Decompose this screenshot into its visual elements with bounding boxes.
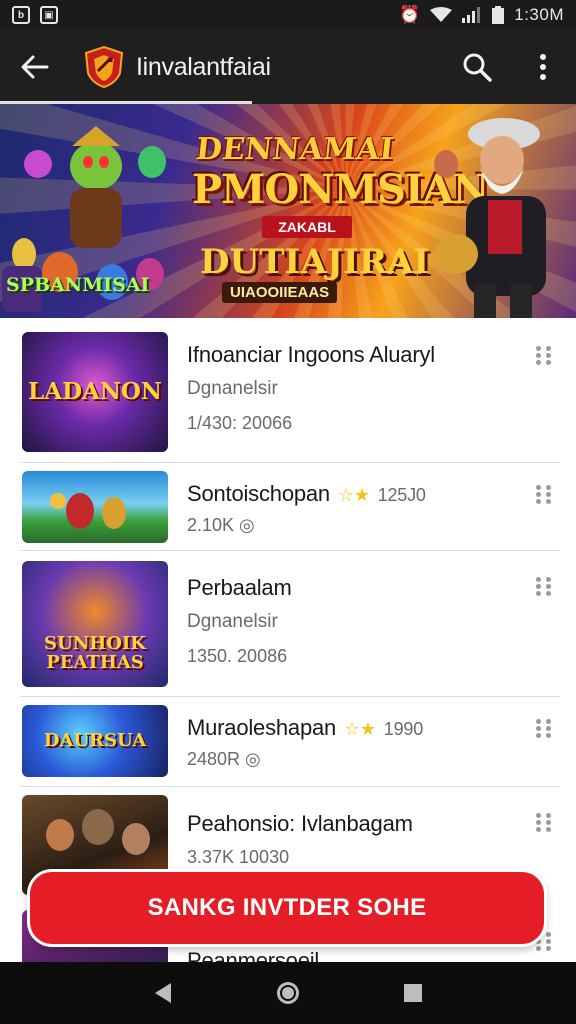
status-time: 1:30M [514, 5, 564, 24]
thumbnail-title: LADANON [28, 377, 162, 405]
item-title: Ifnoanciar Ingoons Aluaryl [187, 342, 435, 367]
item-thumbnail: LADANON [22, 332, 168, 452]
banner-tag: ZAKABL [262, 216, 352, 238]
item-meta: 3.37K 10030 [187, 847, 290, 867]
list-item[interactable]: Sontoischopan ☆★ 125J0 2.10K ◎ [20, 463, 560, 551]
drag-handle-icon[interactable] [536, 346, 552, 366]
banner-headline-3: DUTIAJIRAI [200, 242, 430, 282]
item-subtitle: Dgnanelsir [187, 611, 278, 632]
game-list: LADANON Ifnoanciar Ingoons Aluaryl Dgnan… [0, 318, 576, 962]
banner-badge: UIAOOIIEAAS [222, 282, 338, 303]
more-vertical-icon [540, 54, 546, 80]
drag-handle-icon[interactable] [536, 485, 552, 505]
thumbnail-art [50, 493, 126, 529]
item-title: Muraoleshapan ☆★ 1990 [187, 715, 424, 740]
item-meta: 2480R ◎ [187, 749, 261, 769]
item-meta: 1350. 20086 [187, 646, 288, 666]
item-title: Peanmersoeil [187, 948, 320, 962]
rating-stars-icon: ☆★ [337, 485, 370, 505]
app-logo [84, 45, 124, 89]
search-button[interactable] [444, 30, 510, 104]
promo-banner[interactable]: SPBANMISAI DENNAMAI PMONMSIAN ZAKABL DUT… [0, 104, 576, 318]
item-meta: 1/430: 20066 [187, 413, 293, 433]
item-rating: 125J0 [377, 485, 426, 505]
arrow-left-icon [21, 55, 49, 79]
list-item[interactable]: DAURSUA Muraoleshapan ☆★ 1990 2480R ◎ [20, 697, 560, 787]
item-title: Peahonsio: Ivlanbagam [187, 811, 413, 836]
nav-home-button[interactable] [268, 973, 308, 1013]
square-recents-icon [404, 984, 423, 1002]
nav-back-button[interactable] [143, 973, 183, 1013]
list-item[interactable]: SUNHOIK PEATHAS Perbaalam Dgnanelsir 135… [20, 551, 560, 697]
thumbnail-title: SUNHOIK PEATHAS [44, 633, 146, 673]
item-subtitle: Dgnanelsir [187, 378, 278, 399]
primary-action-button[interactable]: SANKG INVTDER SOHE [30, 872, 544, 944]
item-thumbnail [22, 471, 168, 543]
status-bar: b ▣ ⏰ 1:30M [0, 0, 576, 30]
search-icon [463, 53, 492, 82]
system-nav-bar [0, 962, 576, 1024]
notification-icon: b [12, 6, 30, 24]
app-bar: Iinvalantfaiai [0, 30, 576, 104]
signal-icon [462, 7, 481, 23]
list-item[interactable]: LADANON Ifnoanciar Ingoons Aluaryl Dgnan… [20, 318, 560, 463]
rating-stars-icon: ☆★ [343, 719, 376, 739]
banner-left-title: SPBANMISAI [6, 274, 150, 296]
back-button[interactable] [0, 30, 70, 104]
wifi-icon [430, 7, 453, 22]
gallery-icon: ▣ [40, 6, 58, 24]
battery-icon [492, 6, 505, 24]
app-title: Iinvalantfaiai [136, 52, 271, 81]
circle-home-icon [276, 982, 299, 1004]
item-title: Sontoischopan ☆★ 125J0 [187, 481, 426, 506]
triangle-back-icon [154, 983, 171, 1003]
item-title: Perbaalam [187, 575, 292, 600]
item-thumbnail: SUNHOIK PEATHAS [22, 561, 168, 687]
alarm-icon: ⏰ [399, 5, 421, 24]
drag-handle-icon[interactable] [536, 813, 552, 833]
item-meta: 2.10K ◎ [187, 515, 255, 535]
nav-recents-button[interactable] [393, 973, 433, 1013]
drag-handle-icon[interactable] [536, 577, 552, 597]
item-rating: 1990 [383, 719, 424, 739]
thumbnail-title: DAURSUA [43, 729, 147, 751]
overflow-menu-button[interactable] [510, 30, 576, 104]
banner-headline-1: DENNAMAI [194, 132, 396, 167]
banner-character-right [434, 118, 546, 318]
item-thumbnail: DAURSUA [22, 705, 168, 777]
drag-handle-icon[interactable] [536, 719, 552, 739]
